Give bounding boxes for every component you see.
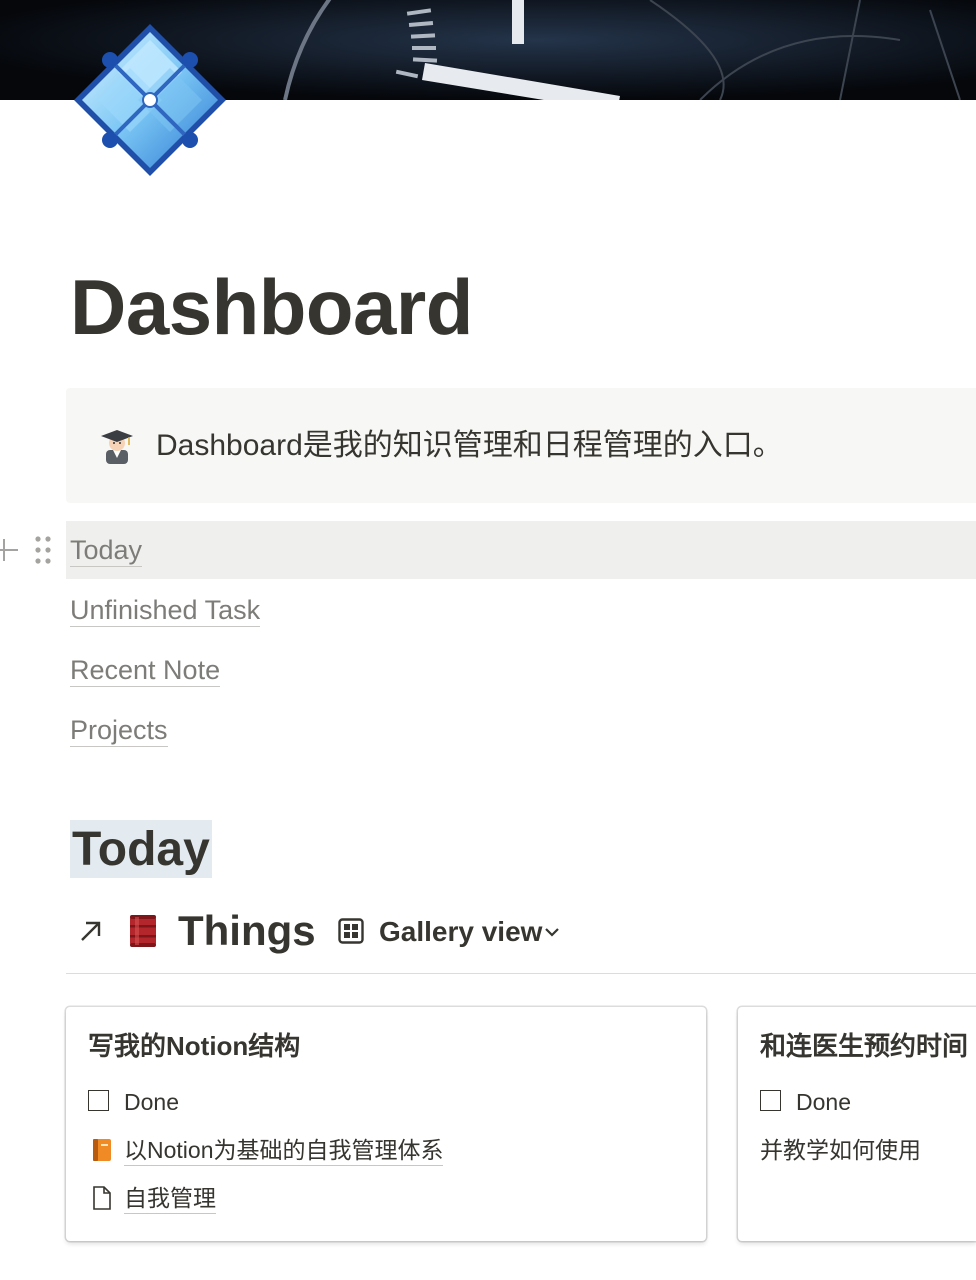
- link-row-projects[interactable]: Projects: [66, 701, 976, 759]
- link-unfinished-task[interactable]: Unfinished Task: [70, 594, 261, 627]
- card-text: 并教学如何使用: [760, 1137, 921, 1163]
- link-recent-note[interactable]: Recent Note: [70, 654, 221, 687]
- add-block-icon[interactable]: [0, 537, 20, 563]
- database-title[interactable]: Things: [178, 906, 316, 956]
- done-checkbox[interactable]: [88, 1090, 109, 1111]
- callout-block[interactable]: Dashboard是我的知识管理和日程管理的入口。: [66, 388, 976, 503]
- link-row-recent-note[interactable]: Recent Note: [66, 641, 976, 699]
- relation-link[interactable]: 以Notion为基础的自我管理体系: [124, 1135, 444, 1166]
- done-label: Done: [796, 1089, 851, 1115]
- done-label: Done: [124, 1089, 179, 1115]
- drag-handle-icon[interactable]: [33, 534, 53, 566]
- card-title[interactable]: 和连医生预约时间: [760, 1029, 968, 1063]
- page-icon: [90, 1185, 114, 1211]
- arrow-up-right-icon[interactable]: [78, 918, 104, 944]
- orange-book-icon: [90, 1137, 114, 1163]
- card-title[interactable]: 写我的Notion结构: [88, 1029, 300, 1063]
- done-checkbox[interactable]: [760, 1090, 781, 1111]
- link-row-unfinished-task[interactable]: Unfinished Task: [66, 581, 976, 639]
- view-label: Gallery view: [379, 916, 543, 947]
- gallery-card[interactable]: 写我的Notion结构 Done 以Notion为基础的自我管理体系 自我管理: [66, 1007, 706, 1241]
- gallery-card[interactable]: 和连医生预约时间 Done 并教学如何使用: [738, 1007, 976, 1241]
- link-row-today[interactable]: Today: [66, 521, 976, 579]
- student-emoji-icon[interactable]: [100, 428, 134, 464]
- page-link[interactable]: 自我管理: [124, 1183, 216, 1214]
- chevron-down-icon: [544, 925, 560, 937]
- database-header: Things Gallery view: [66, 900, 976, 962]
- diamond-grid-icon[interactable]: [70, 20, 230, 180]
- gallery-grid-icon: [338, 918, 364, 944]
- link-today[interactable]: Today: [70, 534, 143, 567]
- link-projects[interactable]: Projects: [70, 714, 168, 747]
- oil-barrel-icon[interactable]: [128, 913, 158, 949]
- database-divider: [66, 973, 976, 974]
- callout-text[interactable]: Dashboard是我的知识管理和日程管理的入口。: [156, 428, 783, 464]
- section-heading-today[interactable]: Today: [70, 820, 212, 878]
- page-title[interactable]: Dashboard: [70, 262, 473, 352]
